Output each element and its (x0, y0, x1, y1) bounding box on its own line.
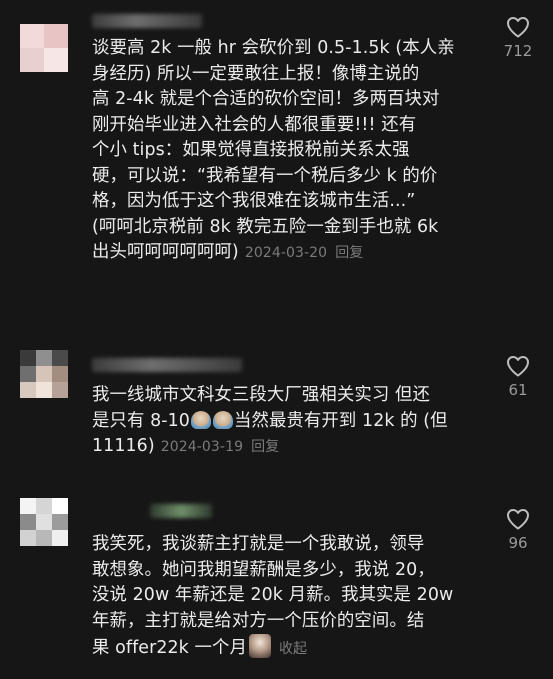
reply-button[interactable]: 回复 (335, 245, 363, 261)
comment-line: 身经历) 所以一定要敢往上报！像博主说的 (92, 63, 420, 84)
comment-line: 我一线城市文科女三段大厂强相关实习 但还 (92, 385, 430, 405)
comment-line: 硬，可以说：“我希望有一个税后多少 k 的价 (92, 165, 438, 186)
crying-face-emoji-icon (190, 410, 211, 429)
like-count: 96 (508, 534, 528, 552)
username-redacted[interactable] (150, 504, 212, 518)
comment-1: 谈要高 2k 一般 hr 会砍价到 0.5-1.5k (本人亲 身经历) 所以一… (0, 0, 553, 340)
avatar[interactable] (20, 24, 68, 72)
username-redacted[interactable] (92, 358, 242, 372)
comment-line: 11116) 2024-03-19 回复 (92, 434, 480, 461)
comment-line: 是只有 8-10 当然最贵有开到 12k 的 (但 (92, 409, 480, 435)
comment-date: 2024-03-19 (160, 439, 244, 455)
avatar[interactable] (20, 498, 68, 546)
comment-line: 果 offer22k 一个月 收起 (92, 634, 480, 663)
avatar[interactable] (20, 350, 68, 398)
heart-outline-icon (507, 17, 529, 38)
comment-line: 我笑死，我谈薪主打就是一个我敢说，领导 (92, 534, 425, 554)
comment-line-text: 当然最贵有开到 12k 的 (但 (233, 410, 448, 431)
comment-text: 我笑死，我谈薪主打就是一个我敢说，领导 敢想象。她问我期望薪酬是多少，我说 20… (92, 532, 480, 663)
comment-line: 格，因为低于这个我很难在该城市生活...” (92, 191, 416, 211)
comment-line: 个小 tips：如果觉得直接报税前关系太强 (92, 140, 410, 160)
heart-outline-icon (507, 509, 529, 530)
comment-line-text: 果 offer22k 一个月 (92, 638, 247, 658)
comment-line: 没说 20w 年薪还是 20k 月薪。我其实是 20w (92, 585, 454, 605)
comment-line: (呵呵北京税前 8k 教完五险一金到手也就 6k (92, 216, 439, 237)
like-button[interactable]: 712 (496, 16, 540, 60)
heart-outline-icon (507, 356, 529, 377)
comment-date: 2024-03-20 (244, 245, 328, 261)
reply-button[interactable]: 回复 (251, 439, 279, 455)
like-button[interactable]: 96 (496, 508, 540, 552)
comment-line: 谈要高 2k 一般 hr 会砍价到 0.5-1.5k (本人亲 (92, 38, 455, 58)
comment-line: 敢想象。她问我期望薪酬是多少，我说 20， (92, 559, 435, 580)
like-button[interactable]: 61 (496, 355, 540, 399)
comment-line: 年薪，主打就是给对方一个压价的空间。结 (92, 610, 425, 631)
comment-2: 我一线城市文科女三段大厂强相关实习 但还 是只有 8-10 当然最贵有开到 12k… (0, 340, 553, 490)
comment-3: 我笑死，我谈薪主打就是一个我敢说，领导 敢想象。她问我期望薪酬是多少，我说 20… (0, 490, 553, 679)
comment-line: 高 2-4k 就是个合适的砍价空间！多两百块对 (92, 89, 440, 109)
comment-line-text: 11116) (92, 436, 155, 456)
comment-line-text: 是只有 8-10 (92, 410, 190, 431)
comment-text: 谈要高 2k 一般 hr 会砍价到 0.5-1.5k (本人亲 身经历) 所以一… (92, 36, 480, 267)
comment-line-text: 出头呵呵呵呵呵呵) (92, 242, 239, 262)
like-count: 712 (503, 42, 533, 60)
comment-line: 刚开始毕业进入社会的人都很重要!!! 还有 (92, 114, 417, 135)
crying-face-emoji-icon (212, 410, 233, 429)
like-count: 61 (508, 381, 528, 399)
face-sticker-icon (248, 634, 271, 658)
username-redacted[interactable] (92, 14, 202, 28)
comment-text: 我一线城市文科女三段大厂强相关实习 但还 是只有 8-10 当然最贵有开到 12k… (92, 383, 480, 461)
comment-line: 出头呵呵呵呵呵呵) 2024-03-20 回复 (92, 240, 480, 267)
collapse-button[interactable]: 收起 (279, 641, 307, 657)
